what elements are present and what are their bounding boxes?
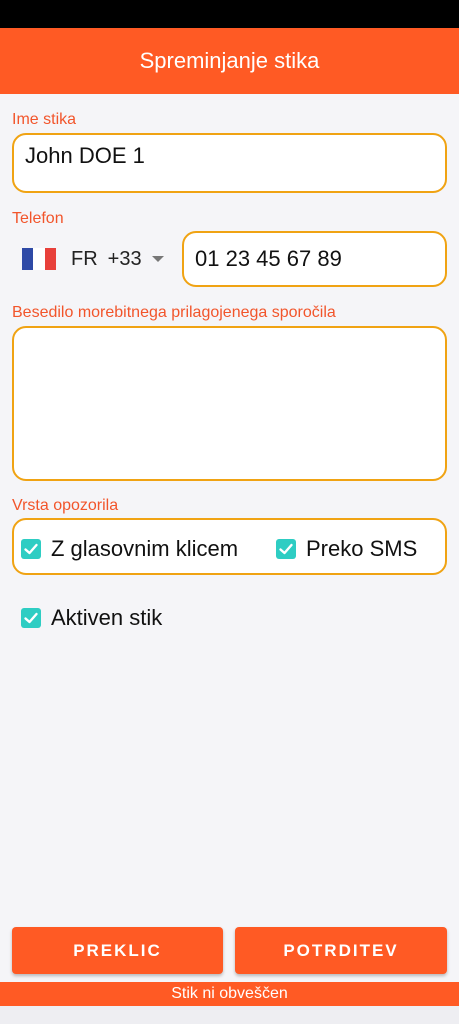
name-field[interactable]: John DOE 1 bbox=[12, 133, 447, 193]
dropdown-arrow-icon bbox=[151, 256, 164, 262]
voice-call-checkbox-row[interactable]: Z glasovnim klicem bbox=[21, 536, 238, 562]
active-contact-label: Aktiven stik bbox=[51, 605, 163, 630]
page-title: Spreminjanje stika bbox=[139, 48, 320, 73]
name-label: Ime stika bbox=[12, 111, 77, 128]
france-flag-icon bbox=[22, 248, 56, 270]
cancel-button[interactable]: PREKLIC bbox=[12, 927, 223, 974]
active-contact-checkbox[interactable] bbox=[21, 608, 41, 628]
message-label: Besedilo morebitnega prilagojenega sporo… bbox=[12, 304, 336, 321]
voice-call-checkbox[interactable] bbox=[21, 539, 41, 559]
phone-value: 01 23 45 67 89 bbox=[195, 246, 342, 271]
notification-status-text: Stik ni obveščen bbox=[171, 985, 288, 1002]
country-iso: FR bbox=[71, 247, 98, 270]
name-value: John DOE 1 bbox=[25, 143, 145, 168]
country-dial-code: +33 bbox=[107, 247, 142, 270]
checkmark-icon bbox=[24, 543, 38, 555]
checkmark-icon bbox=[24, 612, 38, 624]
sms-checkbox-row[interactable]: Preko SMS bbox=[276, 536, 417, 562]
alert-type-label: Vrsta opozorila bbox=[12, 497, 119, 514]
app-bar: Spreminjanje stika bbox=[0, 28, 459, 94]
country-code-picker[interactable]: FR +33 bbox=[22, 244, 164, 274]
navigation-bar bbox=[0, 1006, 459, 1024]
sms-checkbox[interactable] bbox=[276, 539, 296, 559]
phone-field[interactable]: 01 23 45 67 89 bbox=[182, 231, 447, 287]
confirm-button[interactable]: POTRDITEV bbox=[235, 927, 447, 974]
checkmark-icon bbox=[279, 543, 293, 555]
notification-status-bar: Stik ni obveščen bbox=[0, 982, 459, 1006]
message-textarea[interactable] bbox=[12, 326, 447, 481]
active-contact-checkbox-row[interactable]: Aktiven stik bbox=[21, 605, 162, 631]
sms-label: Preko SMS bbox=[306, 536, 418, 561]
voice-call-label: Z glasovnim klicem bbox=[51, 536, 239, 561]
phone-label: Telefon bbox=[12, 210, 64, 227]
status-bar bbox=[0, 0, 459, 28]
